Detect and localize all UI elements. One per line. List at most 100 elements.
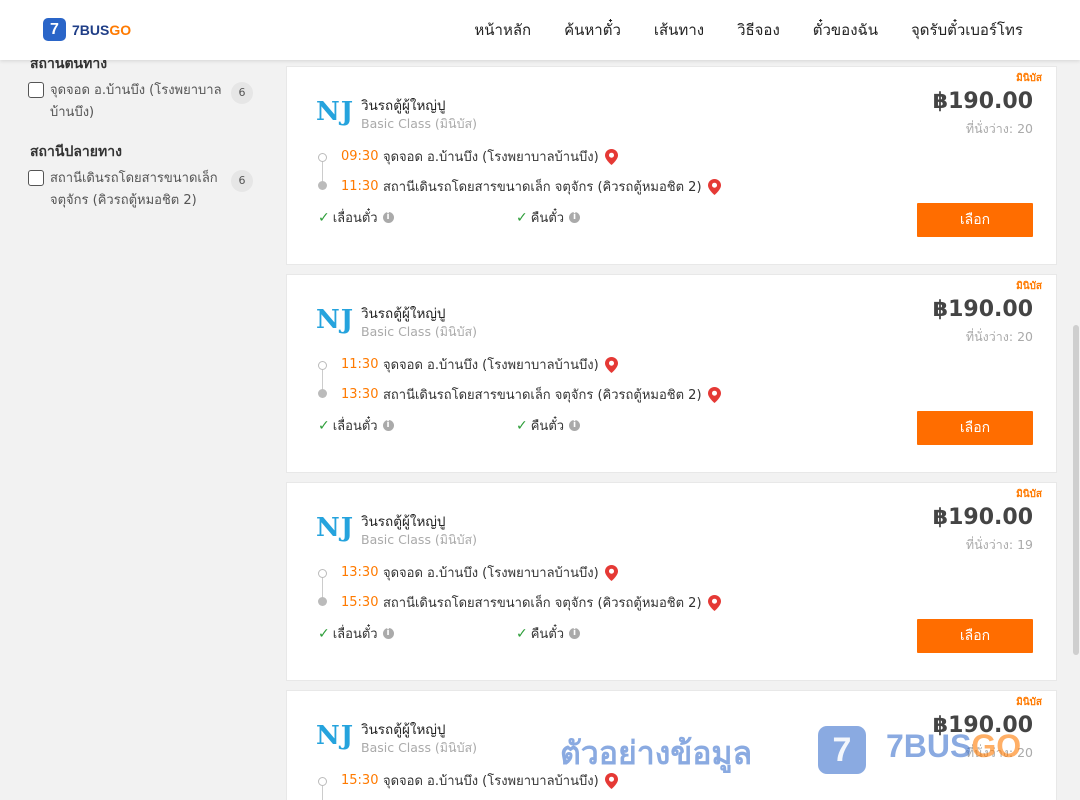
info-icon[interactable]: i bbox=[382, 628, 394, 639]
refund-label: คืนตั๋ว bbox=[530, 211, 565, 226]
info-icon[interactable]: i bbox=[382, 212, 394, 223]
check-icon: ✓ bbox=[318, 625, 330, 642]
seats-available: ที่นั่งว่าง: 20 bbox=[965, 121, 1033, 136]
departure-time: 13:30 bbox=[341, 565, 379, 580]
departure-stop-name: จุดจอด อ.บ้านบึง (โรงพยาบาลบ้านบึง) bbox=[383, 150, 599, 165]
trip-price: ฿190.00 bbox=[932, 297, 1033, 322]
map-pin-icon[interactable] bbox=[707, 178, 721, 195]
map-pin-icon[interactable] bbox=[604, 564, 618, 581]
logo-wordmark: 7BUSGO bbox=[72, 21, 132, 38]
destination-filter-option[interactable]: สถานีเดินรถโดยสารขนาดเล็ก จตุจักร (คิวรถ… bbox=[28, 168, 253, 216]
trip-card: มินิบัส NJ วินรถตู้ผู้ใหญ่ปู Basic Class (ม… bbox=[286, 66, 1057, 265]
destination-checkbox[interactable] bbox=[28, 170, 44, 186]
watermark-brand: 7BUSGO bbox=[886, 728, 1022, 764]
arrival-time: 13:30 bbox=[341, 387, 379, 402]
nav-my-tickets[interactable]: ตั๋วของฉัน bbox=[813, 18, 878, 42]
vehicle-type-tag: มินิบัส bbox=[1016, 697, 1042, 708]
departure-dot bbox=[318, 153, 327, 162]
operator-name: วินรถตู้ผู้ใหญ่ปู bbox=[361, 514, 446, 530]
watermark-logo-icon: 7 bbox=[818, 726, 866, 774]
arrival-stop-name: สถานีเดินรถโดยสารขนาดเล็ก จตุจักร (คิวรถ… bbox=[383, 388, 702, 403]
reschedule-policy: ✓ เลื่อนตั๋ว i bbox=[318, 415, 394, 436]
info-icon[interactable]: i bbox=[569, 212, 581, 223]
arrival-dot bbox=[318, 597, 327, 606]
refund-label: คืนตั๋ว bbox=[530, 627, 565, 642]
nav-home[interactable]: หน้าหลัก bbox=[474, 18, 531, 42]
watermark-text: ตัวอย่างข้อมูล bbox=[560, 734, 753, 772]
top-header: 7 7BUSGO หน้าหลัก ค้นหาตั๋ว เส้นทาง วิธี… bbox=[0, 0, 1080, 60]
departure-time: 11:30 bbox=[341, 357, 379, 372]
arrival-stop: 13:30 สถานีเดินรถโดยสารขนาดเล็ก จตุจักร (… bbox=[341, 384, 721, 405]
departure-time: 09:30 bbox=[341, 149, 379, 164]
check-icon: ✓ bbox=[516, 417, 528, 434]
origin-option-count: 6 bbox=[231, 82, 253, 104]
trip-card: มินิบัส NJ วินรถตู้ผู้ใหญ่ปู Basic Class (ม… bbox=[286, 274, 1057, 473]
arrival-stop-name: สถานีเดินรถโดยสารขนาดเล็ก จตุจักร (คิวรถ… bbox=[383, 596, 702, 611]
origin-filter-option[interactable]: จุดจอด อ.บ้านบึง (โรงพยาบาลบ้านบึง) 6 bbox=[28, 80, 253, 128]
info-icon[interactable]: i bbox=[569, 420, 581, 431]
map-pin-icon[interactable] bbox=[707, 594, 721, 611]
nav-routes[interactable]: เส้นทาง bbox=[654, 18, 704, 42]
destination-option-count: 6 bbox=[231, 170, 253, 192]
departure-dot bbox=[318, 361, 327, 370]
departure-stop-name: จุดจอด อ.บ้านบึง (โรงพยาบาลบ้านบึง) bbox=[383, 358, 599, 373]
select-trip-button[interactable]: เลือก bbox=[917, 203, 1033, 237]
arrival-time: 15:30 bbox=[341, 595, 379, 610]
arrival-stop: 11:30 สถานีเดินรถโดยสารขนาดเล็ก จตุจักร (… bbox=[341, 176, 721, 197]
reschedule-policy: ✓ เลื่อนตั๋ว i bbox=[318, 207, 394, 228]
trip-price: ฿190.00 bbox=[932, 89, 1033, 114]
departure-stop: 13:30 จุดจอด อ.บ้านบึง (โรงพยาบาลบ้านบึง) bbox=[341, 562, 618, 583]
refund-label: คืนตั๋ว bbox=[530, 419, 565, 434]
refund-policy: ✓ คืนตั๋ว i bbox=[516, 207, 581, 228]
departure-stop-name: จุดจอด อ.บ้านบึง (โรงพยาบาลบ้านบึง) bbox=[383, 566, 599, 581]
arrival-time: 11:30 bbox=[341, 179, 379, 194]
operator-logo: NJ bbox=[316, 513, 355, 543]
map-pin-icon[interactable] bbox=[604, 356, 618, 373]
info-icon[interactable]: i bbox=[569, 628, 581, 639]
service-class: Basic Class (มินิบัส) bbox=[361, 532, 478, 547]
arrival-dot bbox=[318, 181, 327, 190]
reschedule-policy: ✓ เลื่อนตั๋ว i bbox=[318, 623, 394, 644]
operator-logo: NJ bbox=[316, 721, 355, 751]
arrival-stop: 15:30 สถานีเดินรถโดยสารขนาดเล็ก จตุจักร (… bbox=[341, 592, 721, 613]
departure-stop: 11:30 จุดจอด อ.บ้านบึง (โรงพยาบาลบ้านบึง) bbox=[341, 354, 618, 375]
nav-ticket-points[interactable]: จุดรับตั๋วเบอร์โทร bbox=[911, 18, 1023, 42]
select-trip-button[interactable]: เลือก bbox=[917, 411, 1033, 445]
site-logo[interactable]: 7 7BUSGO bbox=[43, 18, 131, 41]
departure-time: 15:30 bbox=[341, 773, 379, 788]
main-nav: หน้าหลัก ค้นหาตั๋ว เส้นทาง วิธีจอง ตั๋วข… bbox=[441, 0, 1023, 60]
map-pin-icon[interactable] bbox=[707, 386, 721, 403]
select-trip-button[interactable]: เลือก bbox=[917, 619, 1033, 653]
trip-price: ฿190.00 bbox=[932, 505, 1033, 530]
nav-how-to-book[interactable]: วิธีจอง bbox=[737, 18, 780, 42]
info-icon[interactable]: i bbox=[382, 420, 394, 431]
reschedule-label: เลื่อนตั๋ว bbox=[332, 419, 378, 434]
seats-available: ที่นั่งว่าง: 19 bbox=[965, 537, 1033, 552]
reschedule-label: เลื่อนตั๋ว bbox=[332, 627, 378, 642]
arrival-dot bbox=[318, 389, 327, 398]
page-scrollbar[interactable] bbox=[1072, 60, 1080, 800]
destination-filter-title: สถานีปลายทาง bbox=[30, 144, 122, 160]
logo-mark-icon: 7 bbox=[43, 18, 66, 41]
check-icon: ✓ bbox=[318, 417, 330, 434]
origin-option-label: จุดจอด อ.บ้านบึง (โรงพยาบาลบ้านบึง) bbox=[50, 83, 222, 120]
vehicle-type-tag: มินิบัส bbox=[1016, 73, 1042, 84]
arrival-stop-name: สถานีเดินรถโดยสารขนาดเล็ก จตุจักร (คิวรถ… bbox=[383, 180, 702, 195]
vehicle-type-tag: มินิบัส bbox=[1016, 281, 1042, 292]
nav-search-ticket[interactable]: ค้นหาตั๋ว bbox=[564, 18, 621, 42]
refund-policy: ✓ คืนตั๋ว i bbox=[516, 623, 581, 644]
service-class: Basic Class (มินิบัส) bbox=[361, 116, 478, 131]
check-icon: ✓ bbox=[516, 625, 528, 642]
origin-checkbox[interactable] bbox=[28, 82, 44, 98]
departure-dot bbox=[318, 569, 327, 578]
departure-stop: 09:30 จุดจอด อ.บ้านบึง (โรงพยาบาลบ้านบึง) bbox=[341, 146, 618, 167]
map-pin-icon[interactable] bbox=[604, 148, 618, 165]
operator-logo: NJ bbox=[316, 305, 355, 335]
scrollbar-thumb[interactable] bbox=[1073, 325, 1079, 655]
destination-option-label: สถานีเดินรถโดยสารขนาดเล็ก จตุจักร (คิวรถ… bbox=[50, 171, 218, 208]
seats-available: ที่นั่งว่าง: 20 bbox=[965, 329, 1033, 344]
check-icon: ✓ bbox=[516, 209, 528, 226]
service-class: Basic Class (มินิบัส) bbox=[361, 740, 478, 755]
filter-sidebar: สถานีต้นทาง จุดจอด อ.บ้านบึง (โรงพยาบาลบ… bbox=[0, 56, 270, 800]
operator-logo: NJ bbox=[316, 97, 355, 127]
